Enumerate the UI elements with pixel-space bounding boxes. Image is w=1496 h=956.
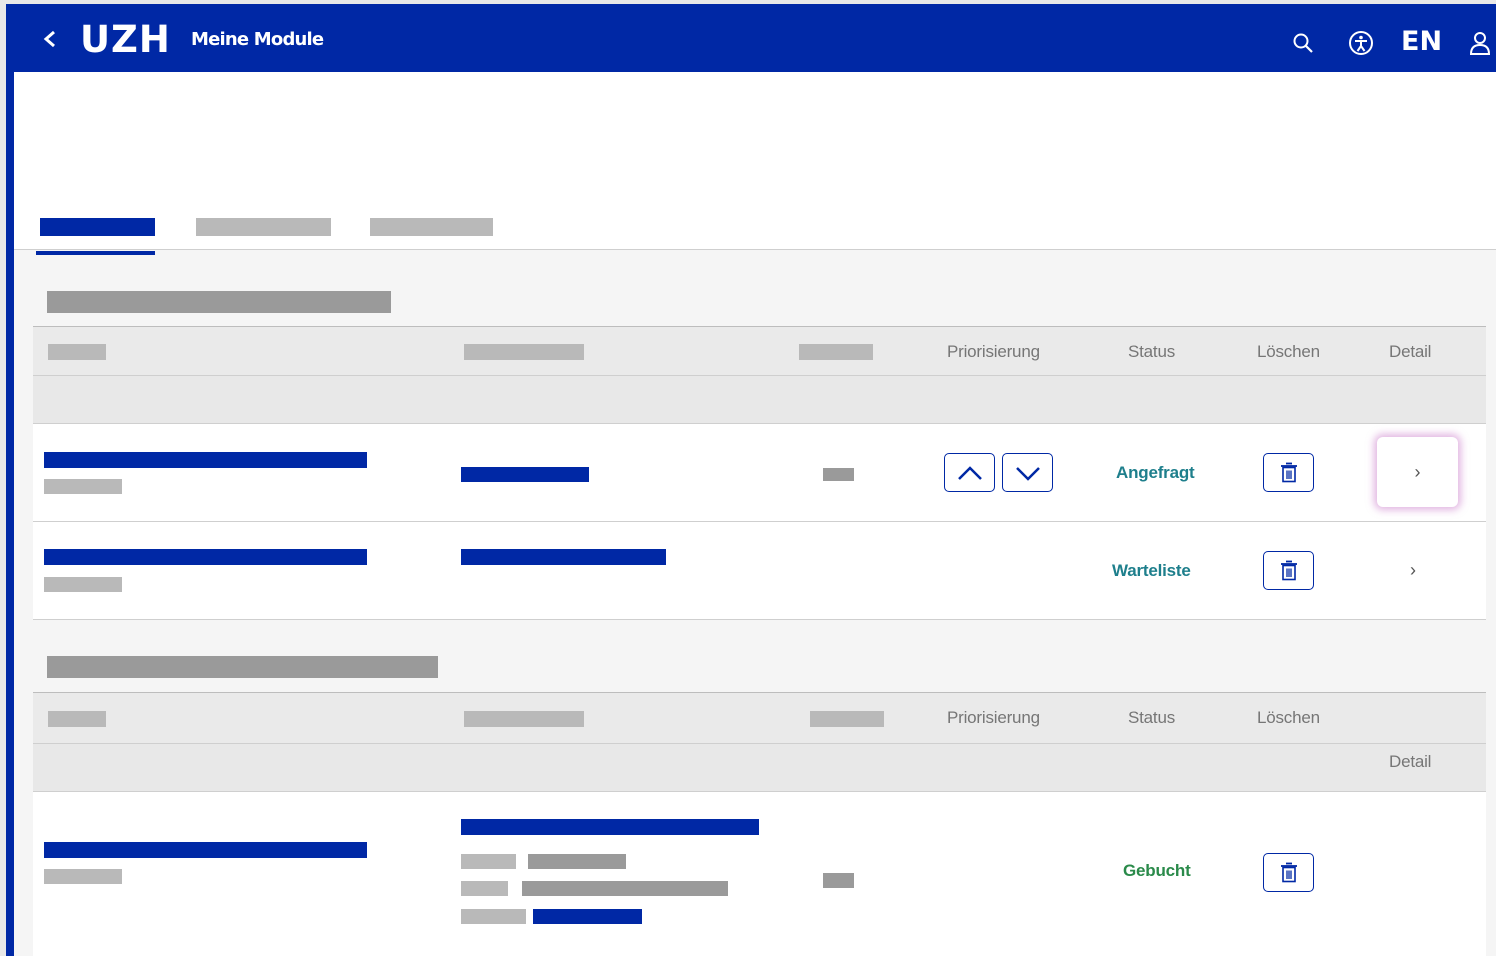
search-icon[interactable] — [1292, 32, 1314, 54]
delete-button[interactable] — [1263, 551, 1314, 590]
column-header-course — [464, 711, 584, 727]
location-value — [522, 881, 728, 896]
priority-up-button[interactable] — [944, 453, 995, 492]
column-header-detail: Detail — [1389, 342, 1432, 361]
priority-down-button[interactable] — [1002, 453, 1053, 492]
status-badge: Angefragt — [1116, 463, 1195, 482]
tab-2[interactable] — [196, 218, 331, 236]
back-icon[interactable] — [40, 26, 60, 52]
column-header-prioritization: Priorisierung — [947, 708, 1040, 727]
location-label — [461, 881, 508, 896]
column-header-detail: Detail — [1389, 752, 1432, 771]
column-header-status: Status — [1128, 708, 1175, 727]
lecturer-link[interactable] — [533, 909, 642, 924]
course-link[interactable] — [461, 819, 759, 835]
lecturer-label — [461, 909, 526, 924]
column-header-prioritization: Priorisierung — [947, 342, 1040, 361]
page-title: Meine Module — [191, 29, 324, 50]
credits-value — [823, 468, 854, 481]
language-switch[interactable]: EN — [1401, 25, 1442, 59]
column-header-delete: Löschen — [1257, 342, 1320, 361]
chevron-right-icon[interactable]: › — [1410, 560, 1416, 580]
status-badge: Gebucht — [1123, 861, 1191, 880]
table-header-1: Priorisierung Status Löschen Detail — [33, 326, 1486, 376]
column-header-module — [48, 344, 106, 360]
column-header-credits — [799, 344, 873, 360]
left-accent-bar — [6, 4, 14, 956]
section-title-2 — [47, 656, 438, 678]
user-icon[interactable] — [1468, 30, 1492, 56]
active-tab-indicator — [36, 251, 155, 255]
delete-button[interactable] — [1263, 853, 1314, 892]
module-title-link[interactable] — [44, 549, 367, 565]
schedule-label — [461, 854, 516, 869]
section-title-1 — [47, 291, 391, 313]
column-header-delete: Löschen — [1257, 708, 1320, 727]
module-code — [44, 479, 122, 494]
trash-icon — [1280, 560, 1297, 580]
module-code — [44, 869, 122, 884]
chevron-up-icon — [957, 465, 982, 480]
module-title-link[interactable] — [44, 452, 367, 468]
app-header: UZH Meine Module EN — [6, 4, 1496, 72]
table-row: Angefragt — [33, 424, 1486, 522]
schedule-value — [528, 854, 626, 869]
column-header-module — [48, 711, 106, 727]
column-header-status: Status — [1128, 342, 1175, 361]
chevron-right-icon: › — [1414, 461, 1421, 482]
table-header-2: Priorisierung Status Löschen — [33, 692, 1486, 744]
course-link[interactable] — [461, 549, 666, 565]
status-badge: Warteliste — [1112, 561, 1191, 580]
table-subheader-1 — [33, 376, 1486, 424]
table-subheader-2: Detail — [33, 744, 1486, 792]
table-row: Warteliste › — [33, 522, 1486, 620]
trash-icon — [1280, 862, 1297, 882]
delete-button[interactable] — [1263, 453, 1314, 492]
column-header-course — [464, 344, 584, 360]
accessibility-icon[interactable] — [1348, 30, 1374, 56]
tab-active[interactable] — [40, 218, 155, 236]
detail-button[interactable]: › — [1377, 437, 1458, 507]
column-header-credits — [810, 711, 884, 727]
module-title-link[interactable] — [44, 842, 367, 858]
chevron-down-icon — [1015, 466, 1040, 481]
trash-icon — [1280, 462, 1297, 482]
table-row: Gebucht — [33, 792, 1486, 956]
uzh-logo[interactable]: UZH — [80, 18, 171, 62]
course-link[interactable] — [461, 467, 589, 482]
credits-value — [823, 873, 854, 888]
module-code — [44, 577, 122, 592]
tab-3[interactable] — [370, 218, 493, 236]
